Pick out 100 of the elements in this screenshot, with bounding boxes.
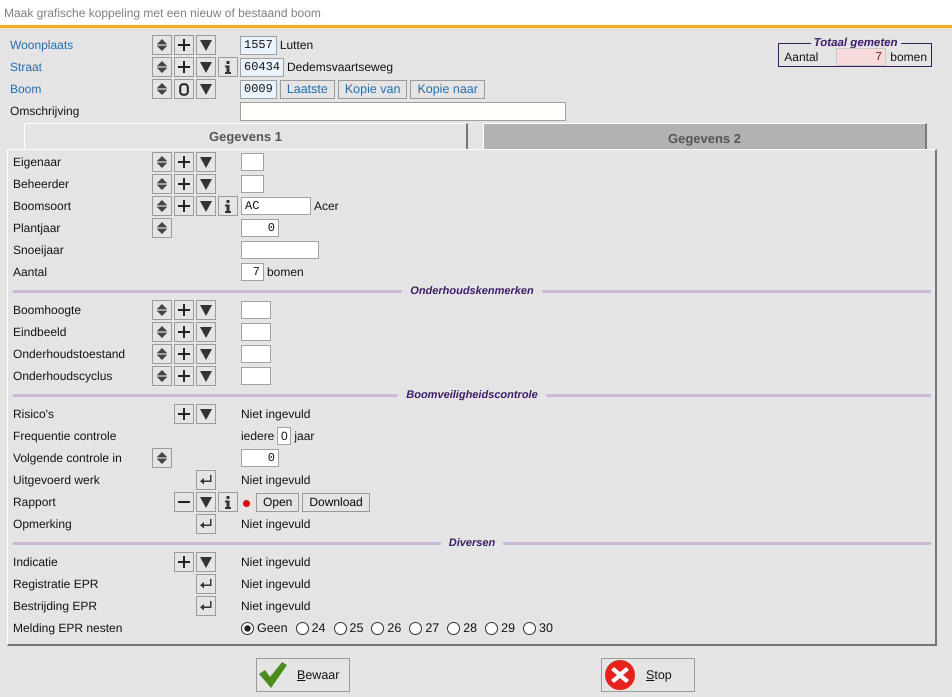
stop-button[interactable]: Stop: [601, 658, 695, 692]
minus-button[interactable]: [174, 492, 194, 512]
plus-button[interactable]: [174, 344, 194, 364]
down-button[interactable]: [196, 552, 216, 572]
input-field[interactable]: [241, 323, 271, 341]
input-field[interactable]: [241, 153, 264, 171]
field-link[interactable]: Boom: [10, 82, 152, 96]
input-field[interactable]: [241, 367, 271, 385]
radio-icon: [241, 622, 254, 634]
down-triangle-icon: [200, 156, 212, 168]
section-heading: Onderhoudskenmerken: [410, 285, 534, 297]
action-button[interactable]: Open: [256, 492, 300, 512]
plus-icon: [178, 39, 190, 51]
value-text: Niet ingevuld: [241, 473, 310, 487]
down-button[interactable]: [196, 35, 216, 55]
spin-button[interactable]: [152, 174, 172, 194]
down-button[interactable]: [196, 300, 216, 320]
field-label: Rapport: [13, 495, 57, 509]
tab[interactable]: Gegevens 1: [24, 123, 468, 149]
plus-button[interactable]: [174, 322, 194, 342]
radio-option[interactable]: 27: [409, 621, 440, 635]
down-button[interactable]: [196, 322, 216, 342]
input-field[interactable]: 0009: [240, 80, 277, 98]
action-button[interactable]: Download: [302, 492, 370, 512]
down-button[interactable]: [196, 152, 216, 172]
enter-button[interactable]: [196, 574, 216, 594]
radio-option[interactable]: Geen: [241, 621, 288, 635]
info-button[interactable]: [218, 57, 238, 77]
down-button[interactable]: [196, 174, 216, 194]
spin-button[interactable]: [152, 448, 172, 468]
radio-option[interactable]: 24: [296, 621, 326, 635]
plus-icon: [178, 370, 190, 382]
input-field[interactable]: 0: [241, 219, 279, 237]
up-down-icon: [156, 347, 168, 361]
info-icon: [225, 496, 231, 508]
enter-button[interactable]: [196, 596, 216, 616]
link-button[interactable]: Kopie naar: [410, 80, 485, 98]
up-down-icon: [156, 369, 168, 383]
input-field[interactable]: 1557: [240, 36, 277, 54]
down-button[interactable]: [196, 196, 216, 216]
field-link[interactable]: Woonplaats: [10, 38, 152, 52]
down-button[interactable]: [196, 79, 216, 99]
input-field[interactable]: [241, 301, 271, 319]
plus-button[interactable]: [174, 174, 194, 194]
field-label: Eigenaar: [13, 155, 62, 169]
info-icon: [225, 60, 231, 74]
spin-button[interactable]: [152, 366, 172, 386]
down-button[interactable]: [196, 492, 216, 512]
value-text: iedere: [241, 429, 274, 443]
input-field[interactable]: 60434: [240, 58, 284, 76]
tab[interactable]: Gegevens 2: [483, 123, 927, 149]
up-down-icon: [156, 325, 168, 339]
spin-button[interactable]: [152, 344, 172, 364]
enter-button[interactable]: [196, 514, 216, 534]
plus-button[interactable]: [174, 404, 194, 424]
input-field[interactable]: [240, 102, 566, 120]
field-label: Bestrijding EPR: [13, 599, 98, 613]
input-field[interactable]: [241, 175, 264, 193]
radio-icon: [485, 622, 498, 634]
plus-button[interactable]: [174, 196, 194, 216]
input-field[interactable]: 7: [241, 263, 264, 281]
spin-button[interactable]: [152, 322, 172, 342]
zero-button[interactable]: [174, 79, 194, 99]
enter-button[interactable]: [196, 470, 216, 490]
up-down-icon: [156, 82, 168, 96]
spin-button[interactable]: [152, 218, 172, 238]
spin-button[interactable]: [152, 196, 172, 216]
radio-option[interactable]: 29: [485, 621, 516, 635]
radio-option[interactable]: 28: [447, 621, 478, 635]
plus-button[interactable]: [174, 300, 194, 320]
info-button[interactable]: [218, 492, 238, 512]
spin-button[interactable]: [152, 57, 172, 77]
input-field[interactable]: [241, 241, 319, 259]
radio-option[interactable]: 25: [334, 621, 364, 635]
plus-button[interactable]: [174, 552, 194, 572]
down-button[interactable]: [196, 344, 216, 364]
spin-button[interactable]: [152, 300, 172, 320]
spin-button[interactable]: [152, 152, 172, 172]
radio-option[interactable]: 30: [523, 621, 553, 635]
down-button[interactable]: [196, 404, 216, 424]
input-field[interactable]: [241, 345, 271, 363]
down-triangle-icon: [200, 83, 212, 95]
plus-button[interactable]: [174, 35, 194, 55]
save-button[interactable]: Bewaar: [256, 658, 350, 692]
input-field[interactable]: 0: [277, 427, 292, 445]
radio-option[interactable]: 26: [371, 621, 402, 635]
link-button[interactable]: Kopie van: [338, 80, 408, 98]
plus-button[interactable]: [174, 366, 194, 386]
input-field[interactable]: AC: [241, 197, 311, 215]
spin-button[interactable]: [152, 79, 172, 99]
down-button[interactable]: [196, 366, 216, 386]
field-link[interactable]: Straat: [10, 60, 152, 74]
plus-button[interactable]: [174, 57, 194, 77]
down-triangle-icon: [200, 496, 212, 508]
info-button[interactable]: [218, 196, 238, 216]
input-field[interactable]: 0: [241, 449, 279, 467]
down-button[interactable]: [196, 57, 216, 77]
plus-button[interactable]: [174, 152, 194, 172]
spin-button[interactable]: [152, 35, 172, 55]
link-button[interactable]: Laatste: [280, 80, 335, 98]
